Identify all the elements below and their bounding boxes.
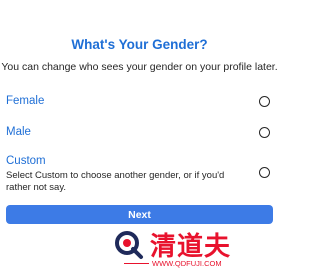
page-title: What's Your Gender? [71,37,208,52]
watermark-text: 清道夫 [150,232,232,262]
gender-option-custom[interactable]: Custom Select Custom to choose another g… [0,155,279,195]
watermark-url: WWW.QDFUJI.COM [152,259,222,268]
option-label-male: Male [6,126,31,138]
next-button[interactable]: Next [6,205,273,224]
option-label-custom: Custom [6,155,46,167]
female-radio[interactable] [259,96,270,107]
male-radio[interactable] [259,127,270,138]
gender-option-male[interactable]: Male [0,126,279,142]
page-subtitle: You can change who sees your gender on y… [1,61,278,73]
watermark-divider [124,263,149,264]
custom-radio[interactable] [259,167,270,178]
option-description-custom: Select Custom to choose another gender, … [6,170,225,193]
gender-option-female[interactable]: Female [0,95,279,111]
watermark-logo-icon [115,231,143,259]
option-label-female: Female [6,95,45,107]
